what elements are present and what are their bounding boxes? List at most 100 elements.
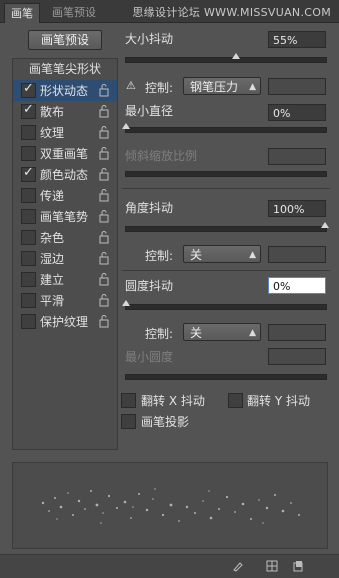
- angle-jitter-input[interactable]: 100%: [268, 200, 326, 217]
- checkbox[interactable]: ✓: [21, 165, 36, 182]
- checkbox[interactable]: [21, 314, 36, 329]
- list-item[interactable]: 双重画笔: [13, 143, 117, 164]
- control-select-value: 钢笔压力: [190, 80, 239, 94]
- checkbox[interactable]: [21, 272, 36, 287]
- select-arrows-icon: ▲: [249, 328, 256, 338]
- grid-icon[interactable]: [266, 560, 278, 572]
- flip-y-checkbox[interactable]: [228, 393, 243, 408]
- control-select[interactable]: 钢笔压力 ▲: [183, 77, 261, 95]
- control-select-value: 关: [190, 326, 203, 340]
- lock-icon[interactable]: [99, 293, 109, 307]
- stroke-preview-dots: [41, 488, 300, 524]
- control-value-box: [268, 78, 326, 95]
- roundness-jitter-label: 圆度抖动: [125, 279, 174, 293]
- list-item-label: 保护纹理: [40, 315, 89, 329]
- control-select[interactable]: 关 ▲: [183, 245, 261, 263]
- flip-x-checkbox[interactable]: [121, 393, 136, 408]
- lock-icon[interactable]: [99, 188, 109, 202]
- checkbox[interactable]: [21, 188, 36, 203]
- new-preset-icon[interactable]: [292, 560, 304, 572]
- lock-icon[interactable]: [99, 272, 109, 286]
- flip-x-label: 翻转 X 抖动: [141, 394, 205, 408]
- brush-projection-label: 画笔投影: [141, 415, 190, 429]
- select-arrows-icon: ▲: [249, 82, 256, 92]
- checkmark-icon: ✓: [23, 81, 34, 96]
- panel-bottom-bar: [0, 554, 339, 578]
- tab-brush-presets[interactable]: 画笔预设: [46, 3, 102, 22]
- lock-icon[interactable]: [99, 104, 109, 118]
- tab-brush[interactable]: 画笔: [4, 3, 40, 23]
- list-item-label: 传递: [40, 189, 65, 203]
- min-diameter-label: 最小直径: [125, 104, 174, 118]
- lock-icon[interactable]: [99, 146, 109, 160]
- checkbox[interactable]: [21, 293, 36, 308]
- angle-jitter-label: 角度抖动: [125, 201, 174, 215]
- checkbox[interactable]: [21, 230, 36, 245]
- control-label: 控制:: [145, 81, 174, 95]
- checkbox[interactable]: [21, 251, 36, 266]
- tilt-scale-input: [268, 148, 326, 165]
- brush-panel: 画笔 画笔预设 思缘设计论坛 WWW.MISSVUAN.COM 画笔预设 画笔笔…: [0, 0, 339, 578]
- min-diameter-slider[interactable]: [122, 123, 327, 133]
- checkbox[interactable]: ✓: [21, 102, 36, 119]
- lock-icon[interactable]: [99, 230, 109, 244]
- list-item[interactable]: 保护纹理: [13, 311, 117, 332]
- checkbox[interactable]: [21, 209, 36, 224]
- list-item-label: 杂色: [40, 231, 65, 245]
- list-item[interactable]: 湿边: [13, 248, 117, 269]
- list-item[interactable]: 纹理: [13, 122, 117, 143]
- warning-icon: ⚠: [126, 79, 136, 92]
- min-roundness-input: [268, 348, 326, 365]
- slider-thumb[interactable]: [232, 53, 240, 59]
- checkbox[interactable]: ✓: [21, 81, 36, 98]
- lock-icon[interactable]: [99, 125, 109, 139]
- list-item-label: 形状动态: [40, 84, 89, 98]
- list-item[interactable]: 传递: [13, 185, 117, 206]
- brush-stroke-preview: [12, 462, 328, 549]
- list-item-label: 双重画笔: [40, 147, 89, 161]
- list-item[interactable]: 画笔笔势: [13, 206, 117, 227]
- list-item[interactable]: ✓ 颜色动态: [13, 164, 117, 185]
- divider: [122, 188, 330, 189]
- checkbox[interactable]: [21, 146, 36, 161]
- size-jitter-label: 大小抖动: [125, 32, 174, 46]
- tilt-scale-slider: [125, 171, 327, 177]
- slider-thumb[interactable]: [321, 222, 329, 228]
- lock-icon[interactable]: [99, 167, 109, 181]
- brush-icon[interactable]: [232, 560, 244, 572]
- control-label: 控制:: [145, 327, 174, 341]
- lock-icon[interactable]: [99, 314, 109, 328]
- list-item[interactable]: 平滑: [13, 290, 117, 311]
- list-item[interactable]: ✓ 散布: [13, 101, 117, 122]
- brush-projection-checkbox[interactable]: [121, 414, 136, 429]
- checkbox[interactable]: [21, 125, 36, 140]
- control-value-box: [268, 246, 326, 263]
- list-item[interactable]: 建立: [13, 269, 117, 290]
- roundness-jitter-input[interactable]: 0%: [268, 277, 326, 294]
- roundness-jitter-slider[interactable]: [122, 300, 327, 310]
- control-select-value: 关: [190, 248, 203, 262]
- control-label: 控制:: [145, 249, 174, 263]
- list-item-label: 纹理: [40, 126, 65, 140]
- min-diameter-input[interactable]: 0%: [268, 104, 326, 121]
- lock-icon[interactable]: [99, 83, 109, 97]
- slider-thumb[interactable]: [122, 300, 130, 306]
- lock-icon[interactable]: [99, 209, 109, 223]
- list-item-label: 建立: [40, 273, 65, 287]
- list-item[interactable]: ✓ 形状动态: [13, 80, 117, 101]
- size-jitter-slider[interactable]: [125, 53, 327, 63]
- divider: [122, 270, 330, 271]
- size-jitter-input[interactable]: 55%: [268, 31, 326, 48]
- control-select[interactable]: 关 ▲: [183, 323, 261, 341]
- flip-y-label: 翻转 Y 抖动: [247, 394, 310, 408]
- list-item[interactable]: 杂色: [13, 227, 117, 248]
- checkmark-icon: ✓: [23, 102, 34, 117]
- angle-jitter-slider[interactable]: [125, 222, 329, 232]
- min-roundness-label: 最小圆度: [125, 350, 174, 364]
- lock-icon[interactable]: [99, 251, 109, 265]
- tab-bar: 画笔 画笔预设 思缘设计论坛 WWW.MISSVUAN.COM: [0, 0, 339, 23]
- min-roundness-slider: [125, 374, 327, 380]
- brush-presets-button[interactable]: 画笔预设: [28, 30, 102, 50]
- brush-tip-shape-item[interactable]: 画笔笔尖形状: [13, 59, 117, 79]
- slider-thumb[interactable]: [122, 123, 130, 129]
